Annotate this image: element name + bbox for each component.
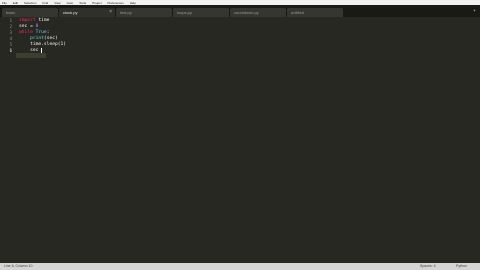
code-text: sec = bbox=[19, 24, 36, 29]
code-line[interactable]: sec = 0 bbox=[19, 24, 38, 29]
menu-preferences[interactable]: Preferences bbox=[108, 1, 124, 5]
code-text: sec bbox=[30, 48, 42, 53]
tab-loops[interactable]: loops.py bbox=[173, 8, 229, 17]
close-icon[interactable]: × bbox=[109, 8, 112, 17]
keyword: import bbox=[19, 18, 36, 23]
menu-find[interactable]: Find bbox=[42, 1, 48, 5]
menu-file[interactable]: File bbox=[2, 1, 7, 5]
line-number: 2 bbox=[9, 24, 12, 29]
tab-label: countdown.py bbox=[234, 10, 259, 15]
code-line-current[interactable]: sec bbox=[19, 48, 42, 53]
menu-view[interactable]: View bbox=[54, 1, 60, 5]
syntax-selector[interactable]: Python bbox=[456, 263, 467, 270]
tab-countdown[interactable]: countdown.py bbox=[230, 8, 286, 17]
code-line[interactable]: time.sleep(1) bbox=[19, 42, 66, 47]
number-literal: 0 bbox=[35, 24, 39, 29]
builtin: True bbox=[35, 30, 47, 35]
line-number: 5 bbox=[9, 42, 12, 47]
code-text: : bbox=[46, 30, 50, 35]
code-line[interactable]: import time bbox=[19, 18, 49, 23]
tab-label: basic bbox=[6, 10, 16, 15]
line-gutter: 1 2 3 4 5 6 bbox=[0, 17, 16, 263]
code-text: time.sleep(1) bbox=[30, 42, 67, 47]
chevron-down-icon[interactable]: ▾ bbox=[473, 5, 476, 17]
cursor-position: Line 6, Column 10 bbox=[4, 264, 33, 268]
status-bar: Line 6, Column 10 Spaces: 4 Python bbox=[0, 263, 480, 270]
code-line[interactable]: print(sec) bbox=[19, 36, 58, 41]
menu-edit[interactable]: Edit bbox=[13, 1, 18, 5]
current-line-highlight bbox=[16, 53, 46, 58]
code-text: (sec) bbox=[43, 36, 58, 41]
menu-project[interactable]: Project bbox=[92, 1, 101, 5]
tab-test[interactable]: test.py bbox=[116, 8, 172, 17]
tab-bar: basic clock.py × test.py loops.py countd… bbox=[0, 5, 480, 17]
line-number: 3 bbox=[9, 30, 12, 35]
tab-clock[interactable]: clock.py × bbox=[59, 8, 115, 17]
tab-basic[interactable]: basic bbox=[2, 8, 58, 17]
menu-tools[interactable]: Tools bbox=[79, 1, 86, 5]
menu-help[interactable]: Help bbox=[130, 1, 136, 5]
line-number: 4 bbox=[9, 36, 12, 41]
code-line[interactable]: while True: bbox=[19, 30, 49, 35]
tab-size-selector[interactable]: Spaces: 4 bbox=[420, 263, 436, 270]
menu-selection[interactable]: Selection bbox=[24, 1, 36, 5]
keyword: while bbox=[19, 30, 33, 35]
text-cursor bbox=[41, 48, 42, 53]
tab-label: untitled bbox=[291, 10, 304, 15]
line-number: 1 bbox=[9, 18, 12, 23]
tab-label: clock.py bbox=[63, 10, 78, 15]
tab-untitled[interactable]: untitled bbox=[287, 8, 343, 17]
code-text: time bbox=[35, 18, 50, 23]
menu-goto[interactable]: Goto bbox=[67, 1, 74, 5]
tab-label: loops.py bbox=[177, 10, 192, 15]
line-number-current: 6 bbox=[9, 48, 12, 53]
builtin: print bbox=[30, 36, 44, 41]
tab-label: test.py bbox=[120, 10, 132, 15]
